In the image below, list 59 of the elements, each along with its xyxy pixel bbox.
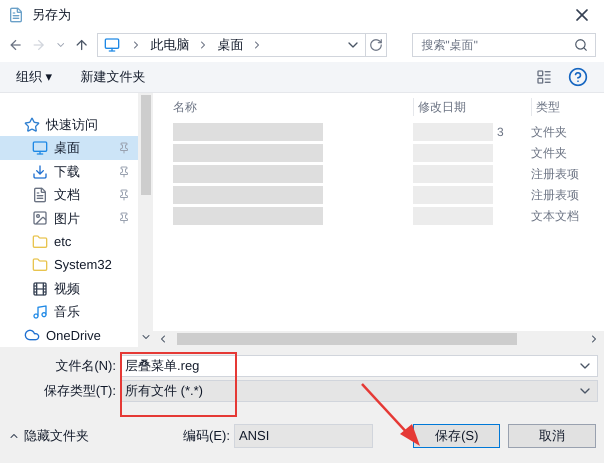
organize-menu[interactable]: 组织 ▾: [16, 67, 53, 87]
horizontal-scrollbar[interactable]: [153, 331, 604, 347]
table-cell-text: 文件夹: [531, 124, 567, 140]
sidebar-item[interactable]: 视频: [0, 276, 138, 300]
picture-icon: [32, 210, 48, 226]
table-cell-text: 注册表项: [531, 186, 579, 204]
computer-icon: [102, 37, 122, 53]
breadcrumb-item[interactable]: 此电脑: [150, 35, 190, 55]
breadcrumb-item[interactable]: 桌面: [217, 35, 244, 55]
sidebar-item[interactable]: etc: [0, 230, 138, 254]
view-icon[interactable]: [536, 69, 552, 85]
vertical-scrollbar[interactable]: [138, 93, 153, 347]
sidebar-item[interactable]: OneDrive: [0, 324, 138, 348]
folder-icon: [32, 257, 48, 274]
column-header[interactable]: 修改日期: [413, 98, 531, 116]
sidebar-item[interactable]: 音乐: [0, 300, 138, 324]
table-cell-text: 文件夹: [531, 144, 567, 162]
filename-label: 文件名(N):: [54, 357, 117, 376]
folder-icon: [32, 234, 48, 250]
video-icon: [32, 280, 48, 297]
address-bar[interactable]: 此电脑 桌面: [97, 33, 366, 57]
star-icon: [24, 116, 40, 133]
up-icon[interactable]: [74, 37, 90, 53]
sidebar-item[interactable]: 图片: [0, 206, 138, 230]
column-header[interactable]: 名称: [153, 98, 413, 116]
sidebar-item[interactable]: System32: [0, 253, 138, 277]
encoding-dropdown[interactable]: ANSI: [234, 424, 374, 448]
scrollbar-thumb[interactable]: [140, 95, 150, 195]
table-cell-text: 注册表项: [531, 166, 579, 182]
music-icon: [32, 304, 48, 320]
sidebar-item[interactable]: 快速访问: [0, 113, 138, 136]
notepad-icon: [8, 7, 24, 23]
refresh-icon: [368, 38, 383, 52]
sidebar-item[interactable]: 下载: [0, 160, 138, 184]
column-header[interactable]: 类型: [531, 98, 604, 116]
sidebar-item[interactable]: 桌面: [0, 136, 138, 160]
table-cell-text: 3: [497, 124, 504, 140]
filename-field[interactable]: 层叠菜单.reg: [120, 355, 598, 377]
download-icon: [32, 164, 48, 180]
search-field[interactable]: 搜索"桌面": [412, 33, 596, 57]
table-cell-text: 文本文档: [531, 208, 579, 224]
desktop-icon: [32, 140, 48, 156]
document-icon: [32, 186, 48, 203]
help-icon[interactable]: [568, 67, 588, 87]
cloud-icon: [24, 327, 40, 344]
dialog-button[interactable]: 保存(S): [412, 424, 500, 448]
window-title: 另存为: [32, 6, 71, 24]
file-type-label: 保存类型(T):: [42, 382, 117, 400]
new-folder-button[interactable]: 新建文件夹: [80, 67, 146, 87]
hide-folders-toggle[interactable]: 隐藏文件夹: [24, 426, 184, 446]
annotation-arrow: [360, 382, 422, 448]
refresh-button[interactable]: [366, 33, 387, 57]
sidebar-item[interactable]: 文档: [0, 183, 138, 207]
file-type-dropdown[interactable]: 所有文件 (*.*): [120, 380, 598, 402]
scrollbar-thumb[interactable]: [177, 333, 517, 345]
back-icon[interactable]: [8, 37, 24, 53]
search-icon: [574, 38, 588, 52]
encoding-label: 编码(E):: [183, 427, 230, 446]
dialog-button[interactable]: 取消: [508, 424, 596, 448]
